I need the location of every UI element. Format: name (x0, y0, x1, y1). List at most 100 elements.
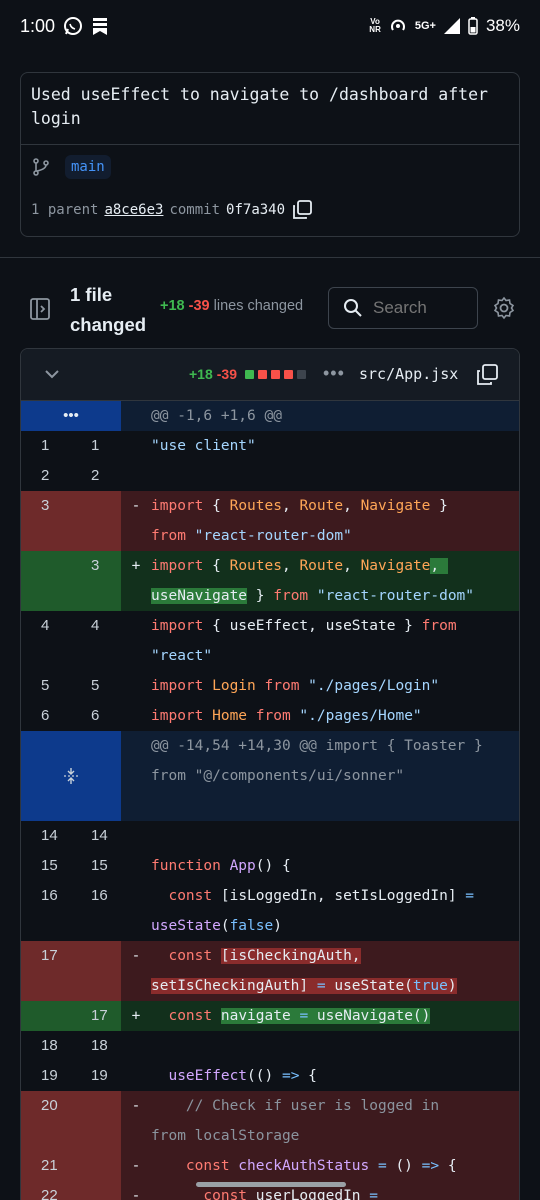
battery-icon (468, 17, 478, 35)
old-line-number: 21 (21, 1151, 71, 1181)
old-line-number: 20 (21, 1091, 71, 1151)
file-name[interactable]: src/App.jsx (359, 365, 458, 383)
files-changed-bar: 1 file changed +18 -39 lines changed (0, 276, 540, 340)
file-diff-stats: +18 -39 (189, 366, 306, 382)
deletion-sign: - (121, 1091, 151, 1151)
new-line-number: 6 (91, 707, 100, 724)
additions-count: +18 (160, 298, 185, 314)
old-line-number: 16 (41, 887, 58, 904)
new-line-number: 19 (91, 1067, 108, 1084)
section-divider (0, 257, 540, 258)
code-text: const [isCheckingAuth, setIsCheckingAuth… (151, 941, 519, 1001)
more-options-button[interactable]: ••• (323, 363, 345, 384)
git-branch-icon (33, 158, 49, 176)
code-text: import { Routes, Route, Navigate, useNav… (151, 551, 519, 611)
gear-icon[interactable] (492, 296, 516, 320)
diff-line-deleted: 3 - import { Routes, Route, Navigate } f… (21, 491, 519, 551)
diffstat-block (244, 369, 254, 379)
copy-icon[interactable] (291, 199, 313, 221)
branch-badge[interactable]: main (65, 155, 111, 179)
whatsapp-icon (64, 17, 83, 35)
old-line-number: 2 (41, 467, 50, 484)
new-line-number: 2 (91, 467, 100, 484)
hunk-header-text: @@ -14,54 +14,30 @@ import { Toaster } f… (151, 738, 492, 784)
search-input[interactable] (373, 298, 473, 318)
diff-line-deleted: 21 - const checkAuthStatus = () => { (21, 1151, 519, 1181)
new-line-number (71, 1181, 121, 1200)
diff-line: 5 5 import Login from "./pages/Login" (21, 671, 519, 701)
code-text: import { Routes, Route, Navigate } from … (151, 491, 519, 551)
old-line-number (21, 1001, 71, 1031)
battery-level: 38% (485, 16, 520, 35)
lines-changed-label: lines changed (213, 298, 304, 314)
code-text: const navigate = useNavigate() (151, 1001, 519, 1031)
file-deletions: -39 (216, 366, 237, 382)
expand-hunk-button[interactable]: ••• (21, 401, 121, 431)
diff-line: 14 14 (21, 821, 519, 851)
diff-line: 16 16 const [isLoggedIn, setIsLoggedIn] … (21, 881, 519, 941)
file-tree-toggle-icon[interactable] (30, 298, 50, 320)
hunk-header-text: @@ -1,6 +1,6 @@ (151, 408, 282, 424)
code-text: const [isLoggedIn, setIsLoggedIn] = useS… (151, 888, 475, 934)
new-line-number: 15 (91, 857, 108, 874)
file-diff-header: +18 -39 ••• src/App.jsx (21, 349, 519, 401)
old-line-number: 15 (41, 857, 58, 874)
clock: 1:00 (20, 15, 56, 36)
file-additions: +18 (189, 366, 213, 382)
code-text: import { useEffect, useState } from "rea… (151, 618, 457, 664)
commit-message: Used useEffect to navigate to /dashboard… (21, 73, 519, 145)
diff-line: 19 19 useEffect(() => { (21, 1061, 519, 1091)
old-line-number: 6 (41, 707, 50, 724)
chevron-down-icon[interactable] (43, 367, 61, 381)
deletion-sign: - (121, 1181, 151, 1200)
diffstat-block (257, 369, 267, 379)
diffstat-block (283, 369, 293, 379)
new-line-number (71, 491, 121, 551)
old-line-number: 4 (41, 617, 50, 634)
hunk-header: @@ -14,54 +14,30 @@ import { Toaster } f… (21, 731, 519, 821)
old-line-number: 17 (21, 941, 71, 1001)
addition-sign: + (121, 1001, 151, 1031)
new-line-number: 4 (91, 617, 100, 634)
diff-line: 1 1 "use client" (21, 431, 519, 461)
home-indicator[interactable] (196, 1182, 346, 1187)
diff-line-deleted: 17 - const [isCheckingAuth, setIsCheckin… (21, 941, 519, 1001)
old-line-number: 22 (21, 1181, 71, 1200)
diff-line: 2 2 (21, 461, 519, 491)
commit-sha: 0f7a340 (226, 202, 286, 218)
parent-label: 1 parent (31, 202, 99, 218)
new-line-number: 14 (91, 827, 108, 844)
commit-label: commit (169, 202, 221, 218)
new-line-number: 1 (91, 437, 100, 454)
old-line-number: 5 (41, 677, 50, 694)
new-line-number (71, 1091, 121, 1151)
parent-sha-link[interactable]: a8ce6e3 (104, 202, 163, 218)
file-search[interactable] (328, 287, 478, 329)
status-bar: 1:00 Vo NR 5G+ 38% (0, 0, 540, 52)
old-line-number: 18 (41, 1037, 58, 1054)
old-line-number: 19 (41, 1067, 58, 1084)
deletion-sign: - (121, 941, 151, 1001)
lines-changed-summary: +18 -39 lines changed (160, 298, 303, 314)
volte-indicator: Vo NR (369, 17, 381, 34)
expand-hunk-button[interactable] (21, 731, 121, 821)
code-text: import Login from "./pages/Login" (151, 678, 440, 694)
diff-line: 4 4 import { useEffect, useState } from … (21, 611, 519, 671)
hotspot-icon (390, 19, 405, 31)
code-text: useEffect(() => { (151, 1068, 317, 1084)
new-line-number (71, 1151, 121, 1181)
new-line-number: 16 (91, 887, 108, 904)
new-line-number: 5 (91, 677, 100, 694)
diff-line: 18 18 (21, 1031, 519, 1061)
copy-path-icon[interactable] (475, 363, 499, 387)
deletions-count: -39 (188, 298, 210, 314)
deletion-sign: - (121, 1151, 151, 1181)
code-text: // Check if user is logged in from local… (151, 1091, 519, 1151)
new-line-number: 18 (91, 1037, 108, 1054)
code-text: function App() { (151, 858, 291, 874)
files-changed-title: 1 file changed (70, 284, 147, 335)
search-icon (344, 299, 362, 317)
new-line-number: 3 (71, 551, 121, 611)
diff-line-added: 17 + const navigate = useNavigate() (21, 1001, 519, 1031)
diff-lines: ••• @@ -1,6 +1,6 @@ 1 1 "use client" 2 2… (21, 401, 519, 1200)
